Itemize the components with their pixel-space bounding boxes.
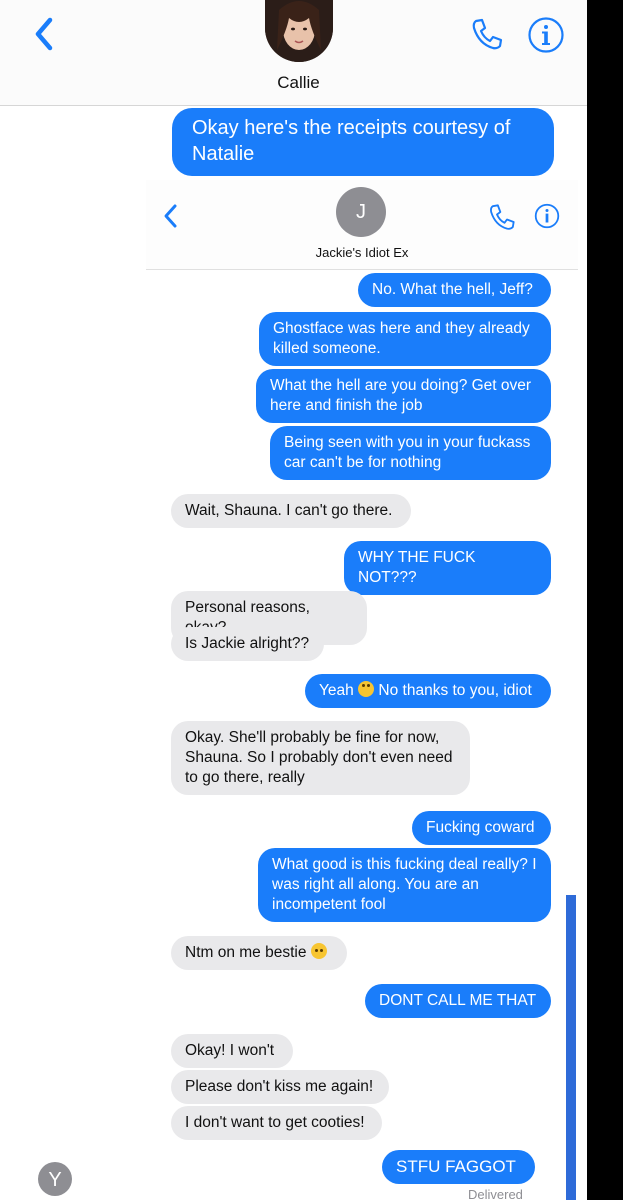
sent-message-bubble: STFU FAGGOT (382, 1150, 535, 1184)
received-message-bubble: Ntm on me bestie (171, 936, 347, 970)
back-chevron-icon[interactable] (30, 14, 60, 54)
contact-avatar[interactable] (265, 0, 333, 62)
received-message-bubble: Okay! I won't (171, 1034, 293, 1068)
outer-conversation: Callie Okay here's the receipts courtesy… (0, 0, 587, 1200)
received-message-bubble: Wait, Shauna. I can't go there. (171, 494, 411, 528)
inner-conversation-header: J Jackie's Idiot Ex (146, 180, 578, 270)
received-message-bubble: I don't want to get cooties! (171, 1106, 382, 1140)
crying-emoji-icon (310, 943, 327, 959)
sent-message-bubble: WHY THE FUCK NOT??? (344, 541, 551, 595)
sent-message-bubble: DONT CALL ME THAT (365, 984, 551, 1018)
received-message-bubble: Okay. She'll probably be fine for now, S… (171, 721, 470, 795)
sent-message-bubble: Fucking coward (412, 811, 551, 845)
phone-icon[interactable] (469, 16, 505, 52)
received-message-bubble: Is Jackie alright?? (171, 627, 324, 661)
sent-message-bubble: Okay here's the receipts courtesy of Nat… (172, 108, 554, 176)
info-icon (534, 203, 560, 229)
phone-icon (490, 204, 515, 230)
contact-name: Jackie's Idiot Ex (315, 245, 409, 260)
sent-message-bubble: No. What the hell, Jeff? (358, 273, 551, 307)
sender-initial-avatar: Y (38, 1162, 72, 1196)
received-message-bubble: Please don't kiss me again! (171, 1070, 389, 1104)
message-text: Ntm on me bestie (185, 944, 307, 961)
delivered-status: Delivered (468, 1187, 523, 1200)
contact-initial-avatar: J (336, 187, 386, 237)
sent-message-bubble: Being seen with you in your fuckass car … (270, 426, 551, 480)
scrollbar[interactable] (566, 895, 576, 1200)
sent-message-bubble: Ghostface was here and they already kill… (259, 312, 551, 366)
message-text: Yeah (319, 682, 354, 699)
screen-edge (587, 0, 623, 1200)
sent-message-bubble: What the hell are you doing? Get over he… (256, 369, 551, 423)
contact-name[interactable]: Callie (0, 73, 597, 93)
sent-message-bubble: What good is this fucking deal really? I… (258, 848, 551, 922)
eye-roll-emoji-icon (358, 681, 375, 697)
message-text: No thanks to you, idiot (378, 682, 532, 699)
back-chevron-icon (164, 204, 177, 228)
sent-message-bubble: Yeah No thanks to you, idiot (305, 674, 551, 708)
info-icon[interactable] (527, 16, 565, 54)
conversation-header: Callie (0, 0, 587, 106)
